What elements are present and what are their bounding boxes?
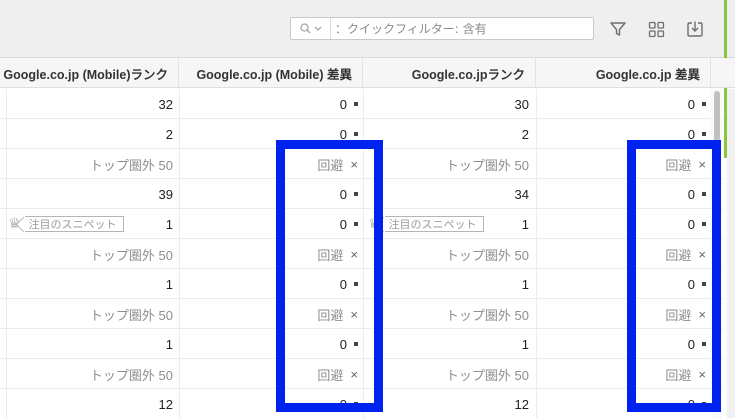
- mobile-rank-cell: トップ圏外 50: [0, 239, 173, 269]
- col-header-diff[interactable]: Google.co.jp 差異: [536, 58, 711, 88]
- mobile-rank-cell-value: 1: [165, 216, 173, 232]
- col-header-rank[interactable]: Google.co.jpランク: [363, 58, 536, 88]
- square-marker-icon: [354, 132, 358, 136]
- rank-cell: 34: [363, 179, 529, 209]
- panel-edge: [727, 89, 735, 418]
- rank-cell: 12: [363, 389, 529, 418]
- mobile-rank-cell: トップ圏外 50: [0, 299, 173, 329]
- download-icon: [687, 21, 703, 37]
- rank-cell-value: トップ圏外 50: [445, 247, 529, 263]
- rank-cell-value: 12: [514, 396, 529, 412]
- quick-filter-box[interactable]: [290, 17, 594, 40]
- mobile-rank-cell: 2: [0, 119, 173, 149]
- mobile-rank-cell-value: トップ圏外 50: [89, 307, 173, 323]
- filter-icon: [610, 22, 626, 36]
- mobile-rank-cell-value: 1: [165, 276, 173, 292]
- mobile-rank-cell: 1: [0, 269, 173, 299]
- mobile-rank-cell-value: 1: [165, 336, 173, 352]
- table-row[interactable]: 32 0 30 0: [0, 89, 724, 119]
- mobile-rank-cell: トップ圏外 50: [0, 149, 173, 179]
- diff-cell: 0: [536, 89, 706, 119]
- rank-cell-value: 1: [521, 336, 529, 352]
- rank-cell-value: 2: [521, 126, 529, 142]
- rank-cell: 1: [363, 329, 529, 359]
- rank-cell: 1: [363, 269, 529, 299]
- grid-icon: [648, 21, 664, 37]
- square-marker-icon: [702, 102, 706, 106]
- rank-cell: 2: [363, 119, 529, 149]
- highlight-box-mobile-diff: [276, 140, 383, 412]
- mobile-rank-cell-value: 12: [158, 396, 173, 412]
- rank-cell: トップ圏外 50: [363, 359, 529, 389]
- mobile-diff-cell: 0: [179, 89, 358, 119]
- toolbar: [0, 0, 735, 58]
- featured-snippet-tag: ♛ 注目のスニペット: [8, 215, 124, 232]
- mobile-rank-cell-value: トップ圏外 50: [89, 247, 173, 263]
- filter-button[interactable]: [606, 17, 630, 41]
- rank-cell: トップ圏外 50: [363, 239, 529, 269]
- rank-cell-value: 34: [514, 186, 529, 202]
- highlight-box-diff: [627, 140, 721, 412]
- rank-cell-value: 1: [521, 276, 529, 292]
- rank-cell-value: トップ圏外 50: [445, 367, 529, 383]
- grid-view-button[interactable]: [644, 17, 668, 41]
- featured-snippet-tag: ♛ 注目のスニペット: [368, 215, 484, 232]
- table-header: Google.co.jp (Mobile)ランク Google.co.jp (M…: [0, 58, 735, 88]
- mobile-rank-cell-value: 2: [165, 126, 173, 142]
- rank-cell: トップ圏外 50: [363, 299, 529, 329]
- rank-cell-value: 1: [521, 216, 529, 232]
- rank-cell-value: 30: [514, 96, 529, 112]
- mobile-rank-cell-value: トップ圏外 50: [89, 367, 173, 383]
- diff-cell-value: 0: [687, 96, 695, 112]
- search-icon: [299, 23, 310, 34]
- mobile-rank-cell-value: トップ圏外 50: [89, 157, 173, 173]
- col-header-mobile-diff[interactable]: Google.co.jp (Mobile) 差異: [179, 58, 363, 88]
- rank-cell-value: トップ圏外 50: [445, 307, 529, 323]
- mobile-rank-cell: 12: [0, 389, 173, 418]
- square-marker-icon: [354, 102, 358, 106]
- chevron-down-icon: [314, 26, 321, 31]
- rank-cell: 30: [363, 89, 529, 119]
- mobile-rank-cell: 39: [0, 179, 173, 209]
- featured-snippet-label: 注目のスニペット: [384, 215, 484, 232]
- mobile-rank-cell-value: 32: [158, 96, 173, 112]
- square-marker-icon: [702, 132, 706, 136]
- search-options-button[interactable]: [291, 18, 331, 39]
- col-header-mobile-rank[interactable]: Google.co.jp (Mobile)ランク: [0, 58, 179, 88]
- mobile-rank-cell: 32: [0, 89, 173, 119]
- rank-cell: トップ圏外 50: [363, 149, 529, 179]
- rank-cell-value: トップ圏外 50: [445, 157, 529, 173]
- mobile-rank-cell: トップ圏外 50: [0, 359, 173, 389]
- mobile-diff-cell-value: 0: [339, 96, 347, 112]
- quick-filter-input[interactable]: [335, 18, 590, 39]
- export-button[interactable]: [683, 17, 707, 41]
- mobile-rank-cell: 1: [0, 329, 173, 359]
- mobile-rank-cell-value: 39: [158, 186, 173, 202]
- featured-snippet-label: 注目のスニペット: [24, 215, 124, 232]
- scrollbar-thumb[interactable]: [714, 91, 720, 143]
